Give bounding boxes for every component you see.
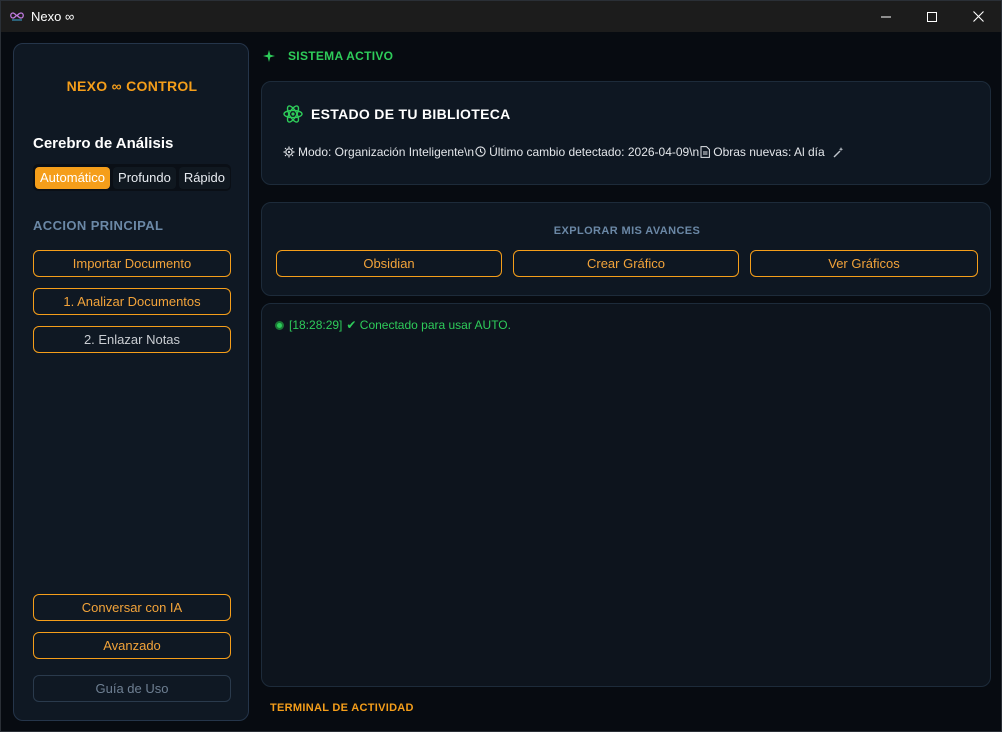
terminal-timestamp: [18:28:29] [289,318,343,332]
import-document-button[interactable]: Importar Documento [33,250,231,277]
maximize-icon [927,11,937,22]
library-last-change: Último cambio detectado: 2026-04-09\n [489,145,700,159]
library-details: Modo: Organización Inteligente\n Último … [283,145,847,159]
minimize-icon [881,16,891,17]
sparkle-icon [833,147,844,158]
terminal-message: ✔ Conectado para usar AUTO. [346,318,511,332]
advanced-button[interactable]: Avanzado [33,632,231,659]
brand-title: NEXO ∞ CONTROL [66,78,198,94]
explore-title: EXPLORAR MIS AVANCES [553,225,701,237]
atom-icon [283,105,303,123]
analysis-title: Cerebro de Análisis [33,135,174,152]
status-sparkle-icon [263,50,275,62]
system-status: SISTEMA ACTIVO [263,49,393,63]
sidebar: NEXO ∞ CONTROL Cerebro de Análisis Autom… [13,43,249,721]
mode-automatic[interactable]: Automático [35,166,111,189]
maximize-button[interactable] [909,1,955,32]
clock-icon [475,146,486,157]
library-new-works: Obras nuevas: Al día [713,145,825,159]
user-guide-button[interactable]: Guía de Uso [33,675,231,702]
obsidian-button[interactable]: Obsidian [276,250,502,277]
main-action-label: ACCION PRINCIPAL [33,218,164,233]
close-button[interactable] [955,1,1001,32]
mode-deep[interactable]: Profundo [113,166,176,189]
explore-card: EXPLORAR MIS AVANCES Obsidian Crear Gráf… [261,202,991,296]
terminal-label: TERMINAL DE ACTIVIDAD [270,702,414,714]
create-chart-button[interactable]: Crear Gráfico [513,250,739,277]
analysis-mode-selector: Automático Profundo Rápido [33,164,231,191]
link-notes-button[interactable]: 2. Enlazar Notas [33,326,231,353]
analyze-documents-button[interactable]: 1. Analizar Documentos [33,288,231,315]
library-title: ESTADO DE TU BIBLIOTECA [311,106,511,122]
close-icon [972,11,984,22]
status-dot-icon [275,320,284,330]
chat-ai-button[interactable]: Conversar con IA [33,594,231,621]
library-mode: Modo: Organización Inteligente\n [298,145,475,159]
infinity-logo-icon [10,12,24,21]
mode-fast[interactable]: Rápido [178,166,231,189]
gear-icon [283,146,295,158]
window-title: Nexo ∞ [31,9,75,24]
terminal-line: [18:28:29] ✔ Conectado para usar AUTO. [275,318,511,332]
status-text: SISTEMA ACTIVO [288,49,394,63]
title-bar[interactable]: Nexo ∞ [1,1,1001,32]
view-charts-button[interactable]: Ver Gráficos [750,250,978,277]
app-window: Nexo ∞ NEXO ∞ CONTROL Cerebro de Análisi… [0,0,1002,732]
activity-terminal[interactable]: [18:28:29] ✔ Conectado para usar AUTO. [261,303,991,687]
document-icon [700,146,711,158]
library-status-card: ESTADO DE TU BIBLIOTECA Modo: Organizaci… [261,81,991,185]
minimize-button[interactable] [863,1,909,32]
